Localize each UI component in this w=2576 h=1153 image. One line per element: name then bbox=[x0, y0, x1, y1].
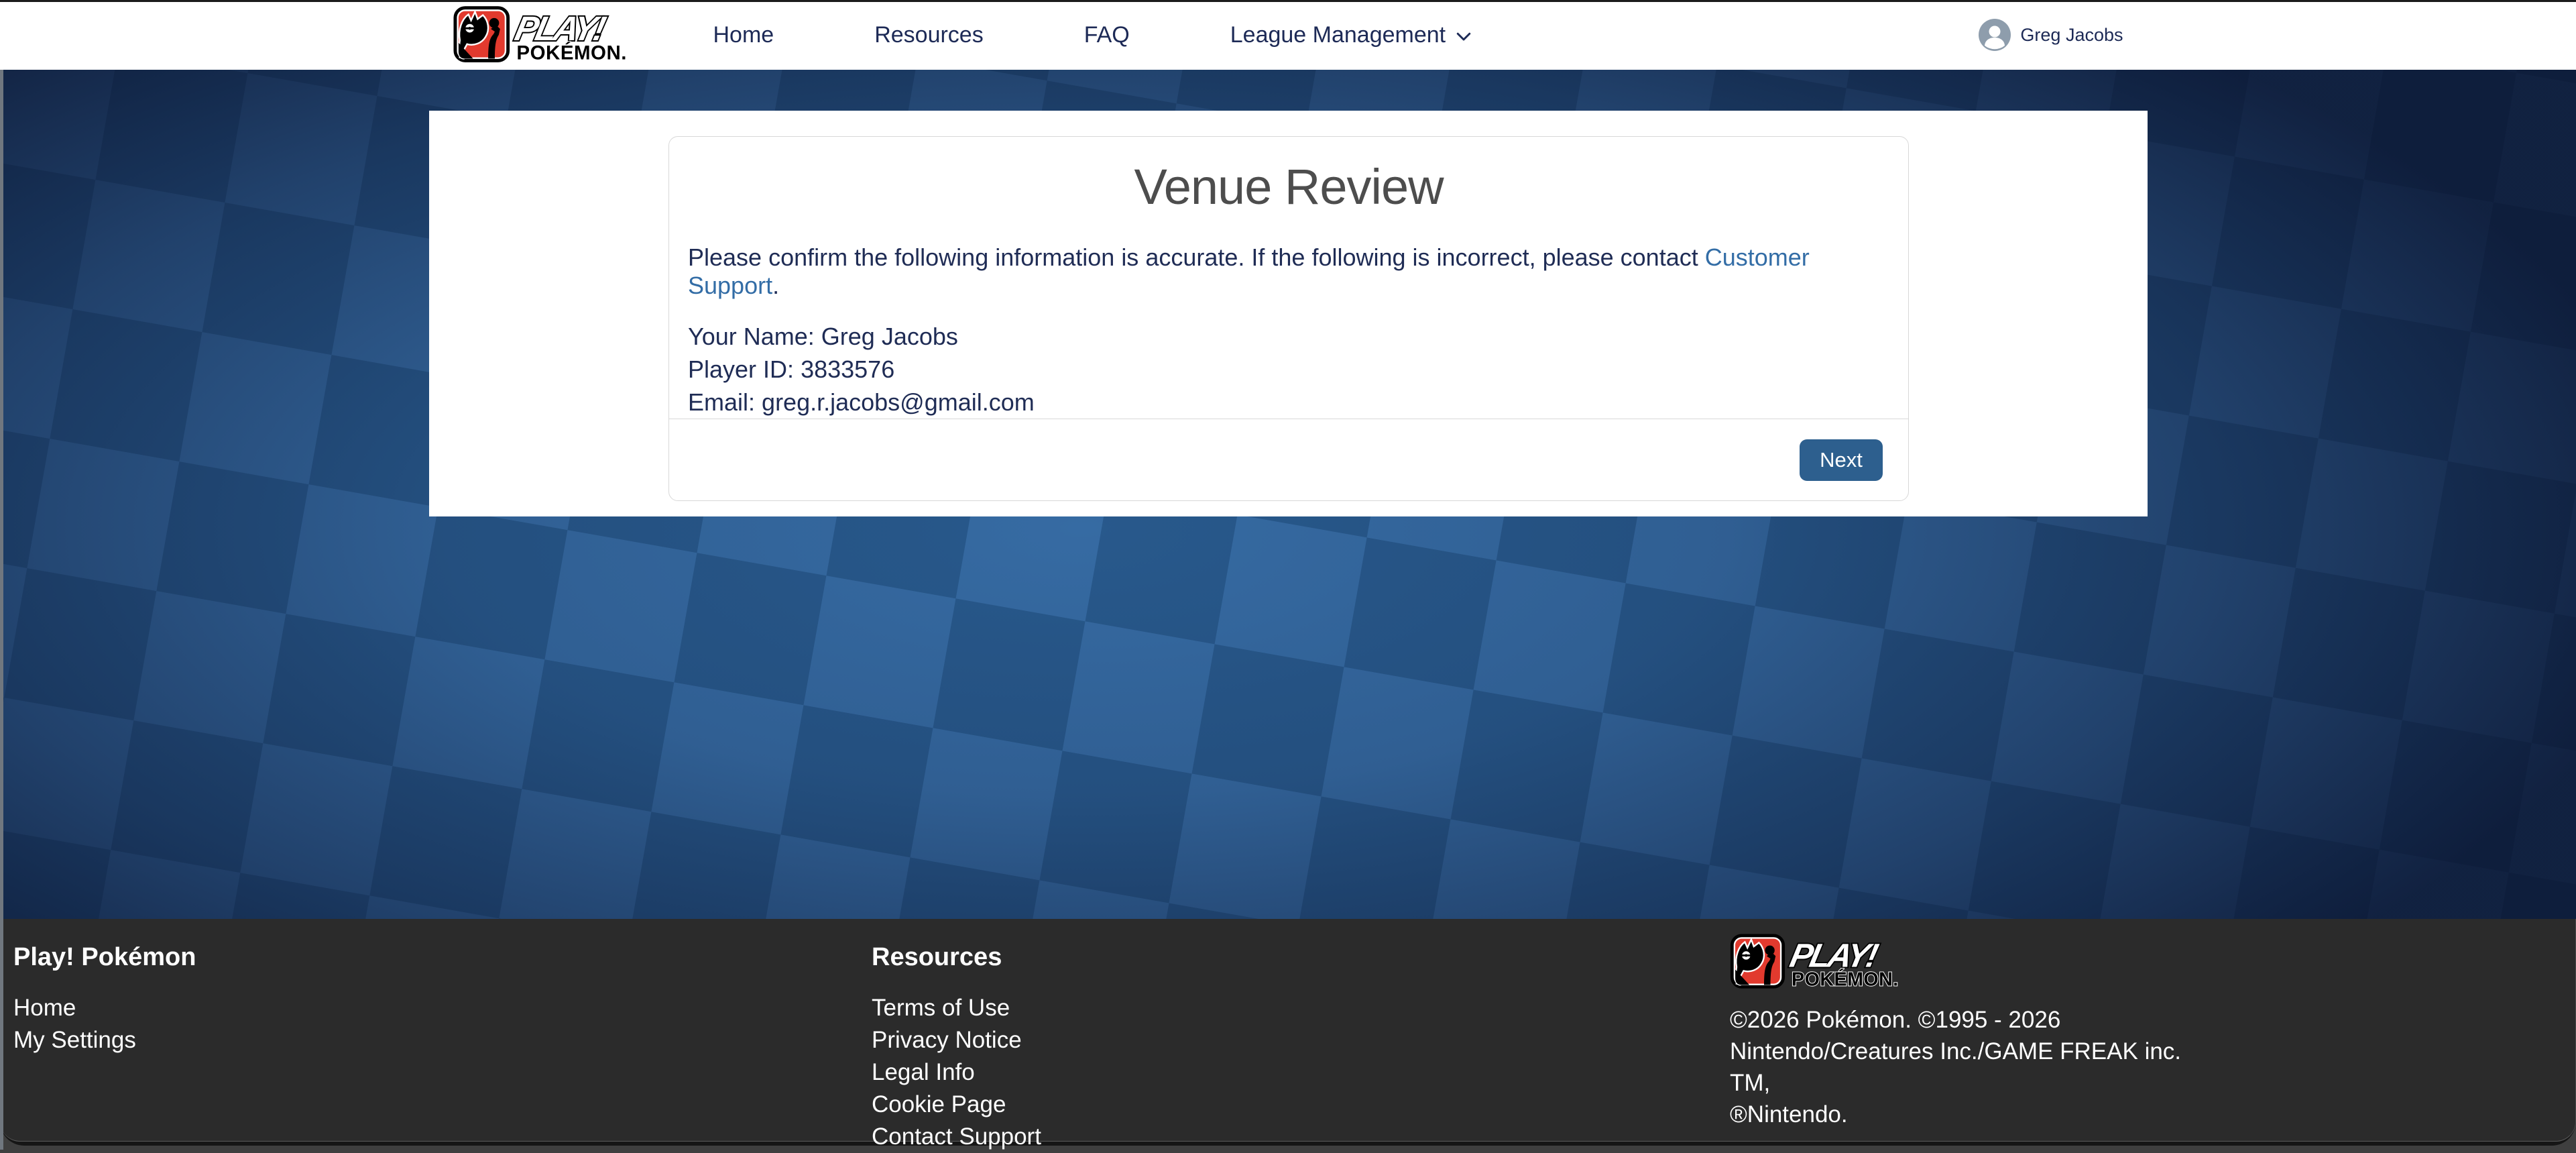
confirmation-instructions: Please confirm the following information… bbox=[688, 243, 1889, 300]
nav-label: FAQ bbox=[1084, 22, 1130, 48]
footer-link-my-settings[interactable]: My Settings bbox=[13, 1024, 196, 1056]
content-sheet: Venue Review Please confirm the followin… bbox=[429, 111, 2148, 516]
footer-link-cookie-page[interactable]: Cookie Page bbox=[872, 1089, 1041, 1121]
nav-label: Resources bbox=[874, 22, 984, 48]
user-avatar-icon bbox=[1979, 19, 2011, 51]
top-navbar: Home Resources FAQ League Management bbox=[0, 0, 2576, 70]
instructions-text-end: . bbox=[772, 272, 779, 299]
main-nav: Home Resources FAQ League Management bbox=[654, 22, 1474, 48]
nav-item-resources[interactable]: Resources bbox=[874, 22, 984, 48]
footer-link-terms-of-use[interactable]: Terms of Use bbox=[872, 992, 1041, 1024]
player-id-value: 3833576 bbox=[801, 355, 894, 383]
next-button[interactable]: Next bbox=[1800, 439, 1883, 481]
footer-panel: Play! Pokémon Home My Settings Resources… bbox=[0, 919, 2576, 1142]
play-pokemon-logo[interactable] bbox=[453, 5, 654, 64]
player-name-label: Your Name: bbox=[688, 323, 815, 350]
player-email-label: Email: bbox=[688, 388, 755, 416]
copyright-notice: ©2026 Pokémon. ©1995 - 2026 Nintendo/Cre… bbox=[1730, 1004, 2213, 1130]
page-background: Venue Review Please confirm the followin… bbox=[0, 70, 2576, 919]
copyright-line: ©2026 Pokémon. ©1995 - 2026 bbox=[1730, 1004, 2213, 1036]
footer-link-home[interactable]: Home bbox=[13, 992, 196, 1024]
footer-heading-resources: Resources bbox=[872, 943, 1041, 972]
footer-heading-play-pokemon: Play! Pokémon bbox=[13, 943, 196, 972]
card-footer: Next bbox=[669, 419, 1908, 500]
nav-item-league-management[interactable]: League Management bbox=[1230, 22, 1474, 48]
player-info-block: Your Name: Greg Jacobs Player ID: 383357… bbox=[688, 320, 1889, 419]
footer-column-brand: ©2026 Pokémon. ©1995 - 2026 Nintendo/Cre… bbox=[1730, 934, 2213, 1130]
player-email-row: Email: greg.r.jacobs@gmail.com bbox=[688, 386, 1889, 419]
nav-label: Home bbox=[713, 22, 774, 48]
user-menu[interactable]: Greg Jacobs bbox=[1979, 19, 2123, 51]
footer-link-legal-info[interactable]: Legal Info bbox=[872, 1056, 1041, 1089]
nav-item-faq[interactable]: FAQ bbox=[1084, 22, 1130, 48]
nav-item-home[interactable]: Home bbox=[713, 22, 774, 48]
venue-review-card-body: Venue Review Please confirm the followin… bbox=[669, 137, 1908, 419]
instructions-text: Please confirm the following information… bbox=[688, 243, 1705, 271]
page-title: Venue Review bbox=[688, 158, 1889, 215]
window-left-edge bbox=[0, 70, 3, 1150]
copyright-line: Nintendo/Creatures Inc./GAME FREAK inc. … bbox=[1730, 1036, 2213, 1099]
player-name-row: Your Name: Greg Jacobs bbox=[688, 320, 1889, 353]
footer-play-pokemon-logo bbox=[1730, 934, 1926, 990]
footer-column-play-pokemon: Play! Pokémon Home My Settings bbox=[13, 943, 196, 1056]
venue-review-card: Venue Review Please confirm the followin… bbox=[668, 136, 1909, 501]
window-top-edge bbox=[0, 0, 2576, 2]
nav-label: League Management bbox=[1230, 22, 1446, 48]
player-id-row: Player ID: 3833576 bbox=[688, 353, 1889, 386]
user-name: Greg Jacobs bbox=[2020, 25, 2123, 46]
footer-link-contact-support[interactable]: Contact Support bbox=[872, 1121, 1041, 1153]
footer-column-resources: Resources Terms of Use Privacy Notice Le… bbox=[872, 943, 1041, 1153]
footer-link-privacy-notice[interactable]: Privacy Notice bbox=[872, 1024, 1041, 1056]
player-name-value: Greg Jacobs bbox=[821, 323, 958, 350]
page-footer: Play! Pokémon Home My Settings Resources… bbox=[0, 919, 2576, 1150]
player-id-label: Player ID: bbox=[688, 355, 794, 383]
player-email-value: greg.r.jacobs@gmail.com bbox=[762, 388, 1035, 416]
chevron-down-icon bbox=[1454, 26, 1474, 46]
copyright-line: ®Nintendo. bbox=[1730, 1099, 2213, 1130]
